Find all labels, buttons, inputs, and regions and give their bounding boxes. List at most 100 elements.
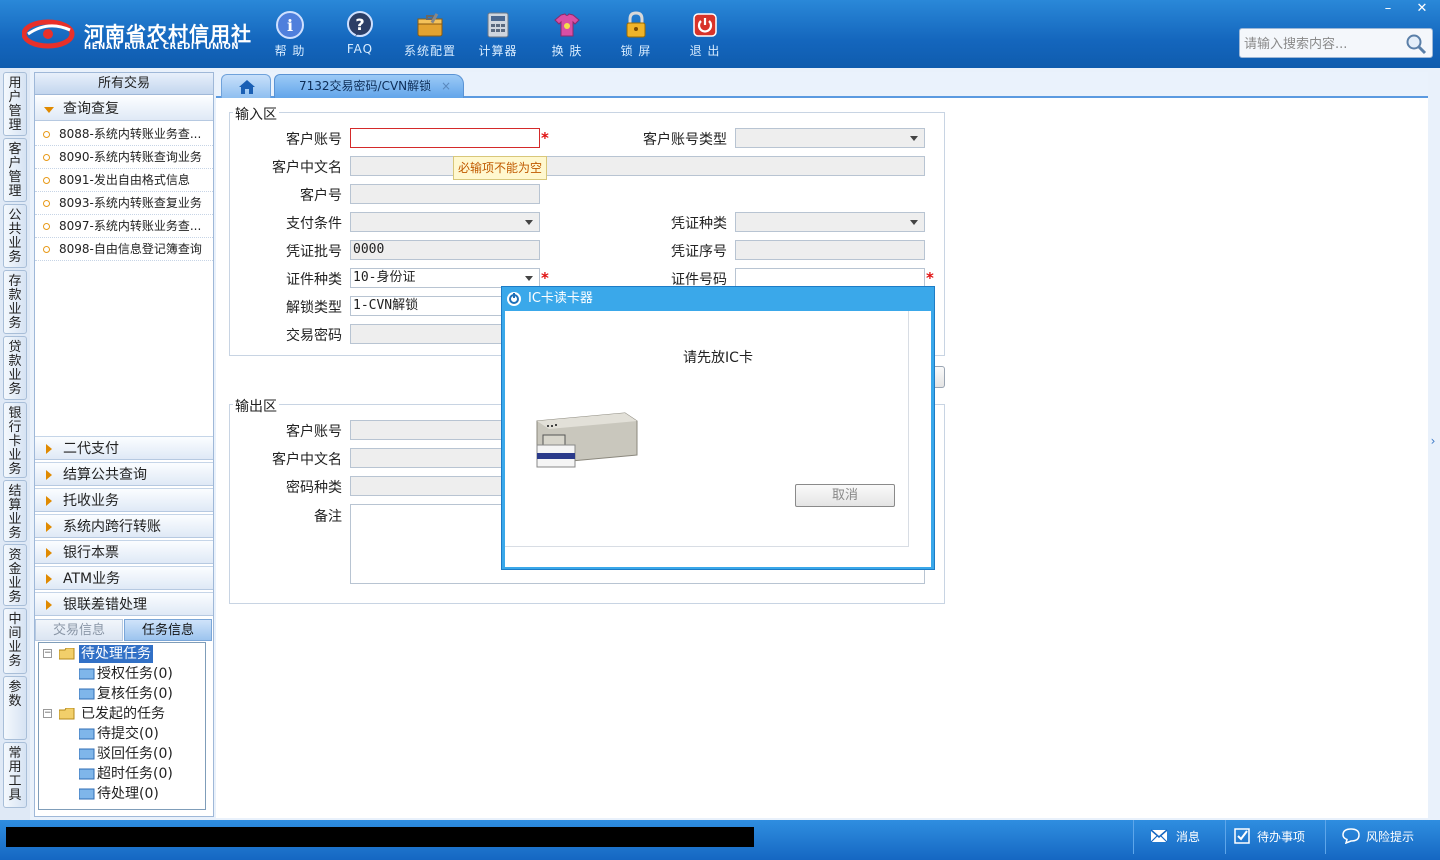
vtab-user-management[interactable]: 用户管理 — [3, 72, 27, 136]
nav-group-second-gen-payment[interactable]: 二代支付 — [35, 436, 213, 460]
calculator-icon — [487, 12, 509, 38]
output-zone-title: 输出区 — [233, 396, 279, 416]
nav-group-settlement-query[interactable]: 结算公共查询 — [35, 462, 213, 486]
todo-button[interactable]: 待办事项 — [1225, 820, 1325, 854]
vtab-parameters[interactable]: 参数 — [3, 676, 27, 740]
nav-link-8090[interactable]: 8090-系统内转账查询业务 — [35, 146, 213, 169]
folder-icon — [79, 748, 95, 760]
vtab-common-tools[interactable]: 常用工具 — [3, 742, 27, 808]
dropdown-arrow-icon — [525, 220, 533, 225]
customer-no-input[interactable] — [350, 184, 540, 204]
nav-link-8098[interactable]: 8098-自由信息登记簿查询 — [35, 238, 213, 261]
bullet-icon — [43, 246, 50, 253]
nav-link-8088[interactable]: 8088-系统内转账业务查... — [35, 123, 213, 146]
vtab-loan-business[interactable]: 贷款业务 — [3, 336, 27, 400]
help-button[interactable]: i 帮 助 — [258, 6, 322, 62]
collapse-toggle-icon[interactable]: − — [43, 649, 52, 658]
required-mark: * — [541, 129, 549, 147]
vtab-deposit-business[interactable]: 存款业务 — [3, 270, 27, 334]
label-trade-pwd: 交易密码 — [286, 328, 342, 344]
envelope-icon — [1150, 829, 1168, 843]
validation-tooltip: 必输项不能为空 — [453, 156, 548, 180]
skin-button[interactable]: 换 肤 — [535, 6, 599, 62]
vtab-bank-card-business[interactable]: 银行卡业务 — [3, 402, 27, 478]
exit-button[interactable]: 退 出 — [673, 6, 737, 62]
calculator-label: 计算器 — [478, 44, 518, 58]
power-icon — [693, 13, 717, 37]
faq-button[interactable]: ? FAQ — [328, 6, 392, 62]
calculator-button[interactable]: 计算器 — [466, 6, 530, 62]
label-out-account: 客户账号 — [286, 424, 342, 440]
status-message-area — [6, 827, 754, 847]
input-zone-title: 输入区 — [233, 104, 279, 124]
collapse-toggle-icon[interactable]: − — [43, 709, 52, 718]
folder-open-icon — [59, 648, 75, 660]
right-collapse-handle[interactable]: › — [1428, 418, 1438, 464]
tree-node-to-submit[interactable]: 待提交(0) — [79, 725, 205, 743]
search-input[interactable] — [1244, 34, 1404, 54]
status-bar: 消息 待办事项 风险提示 — [0, 820, 1440, 860]
collapsed-arrow-icon — [46, 470, 52, 480]
action-button[interactable] — [934, 366, 945, 388]
close-window-button[interactable]: ✕ — [1406, 0, 1438, 18]
label-customer-no: 客户号 — [300, 188, 342, 204]
tab-home[interactable] — [221, 74, 271, 98]
folder-icon — [79, 768, 95, 780]
collapsed-arrow-icon — [46, 574, 52, 584]
vtab-intermediary-business[interactable]: 中间业务 — [3, 608, 27, 674]
tab-transaction-info[interactable]: 交易信息 — [35, 619, 123, 641]
tree-node-authorize[interactable]: 授权任务(0) — [79, 665, 205, 683]
nav-link-8091[interactable]: 8091-发出自由格式信息 — [35, 169, 213, 192]
messages-button[interactable]: 消息 — [1133, 820, 1225, 854]
risk-alert-button[interactable]: 风险提示 — [1325, 820, 1435, 854]
vtab-public-business[interactable]: 公共业务 — [3, 204, 27, 268]
collapsed-arrow-icon — [46, 522, 52, 532]
nav-link-8097[interactable]: 8097-系统内转账业务查... — [35, 215, 213, 238]
tab-7132-unlock[interactable]: 7132交易密码/CVN解锁 × — [274, 74, 464, 98]
tree-node-rejected[interactable]: 驳回任务(0) — [79, 745, 205, 763]
nav-group-atm[interactable]: ATM业务 — [35, 566, 213, 590]
svg-text:?: ? — [355, 15, 364, 34]
voucher-batch-input[interactable]: 0000 — [350, 240, 540, 260]
vtab-customer-management[interactable]: 客户管理 — [3, 138, 27, 202]
config-label: 系统配置 — [403, 44, 456, 58]
tab-close-icon[interactable]: × — [441, 75, 451, 97]
id-type-select[interactable]: 10-身份证 — [350, 268, 540, 288]
label-unlock-type: 解锁类型 — [286, 300, 342, 316]
nav-group-unionpay-errors[interactable]: 银联差错处理 — [35, 592, 213, 616]
nav-group-collection[interactable]: 托收业务 — [35, 488, 213, 512]
tab-task-info[interactable]: 任务信息 — [124, 619, 212, 641]
voucher-kind-select[interactable] — [735, 212, 925, 232]
tree-node-review[interactable]: 复核任务(0) — [79, 685, 205, 703]
cancel-button[interactable]: 取消 — [795, 484, 895, 507]
nav-group-cashier-check[interactable]: 银行本票 — [35, 540, 213, 564]
label-account: 客户账号 — [286, 132, 342, 148]
label-out-pwd-type: 密码种类 — [286, 480, 342, 496]
skin-shirt-icon — [554, 13, 580, 37]
vtab-settlement-business[interactable]: 结算业务 — [3, 480, 27, 542]
nav-header: 所有交易 — [35, 73, 213, 95]
tree-node-to-process[interactable]: 待处理(0) — [79, 785, 205, 803]
nav-link-8093[interactable]: 8093-系统内转账查复业务 — [35, 192, 213, 215]
exit-label: 退 出 — [689, 44, 721, 58]
account-type-select[interactable] — [735, 128, 925, 148]
lock-button[interactable]: 锁 屏 — [604, 6, 668, 62]
tree-node-pending[interactable]: − 待处理任务 — [43, 645, 203, 663]
nav-group-query-reply[interactable]: 查询查复 — [35, 97, 213, 121]
tree-node-initiated[interactable]: − 已发起的任务 — [43, 705, 203, 723]
folder-icon — [79, 728, 95, 740]
lock-icon — [626, 11, 646, 38]
voucher-seq-input[interactable] — [735, 240, 925, 260]
tab-bar: 7132交易密码/CVN解锁 × — [216, 72, 1428, 98]
vtab-funds-business[interactable]: 资金业务 — [3, 544, 27, 606]
cn-name-input[interactable] — [350, 156, 925, 176]
label-out-remark: 备注 — [314, 509, 342, 525]
search-icon[interactable] — [1404, 32, 1428, 56]
tree-node-timeout[interactable]: 超时任务(0) — [79, 765, 205, 783]
id-no-input[interactable] — [735, 268, 925, 288]
account-input[interactable] — [350, 128, 540, 148]
config-button[interactable]: 系统配置 — [398, 6, 462, 62]
minimize-button[interactable]: – — [1372, 0, 1404, 18]
nav-group-interbank-transfer[interactable]: 系统内跨行转账 — [35, 514, 213, 538]
pay-cond-select[interactable] — [350, 212, 540, 232]
